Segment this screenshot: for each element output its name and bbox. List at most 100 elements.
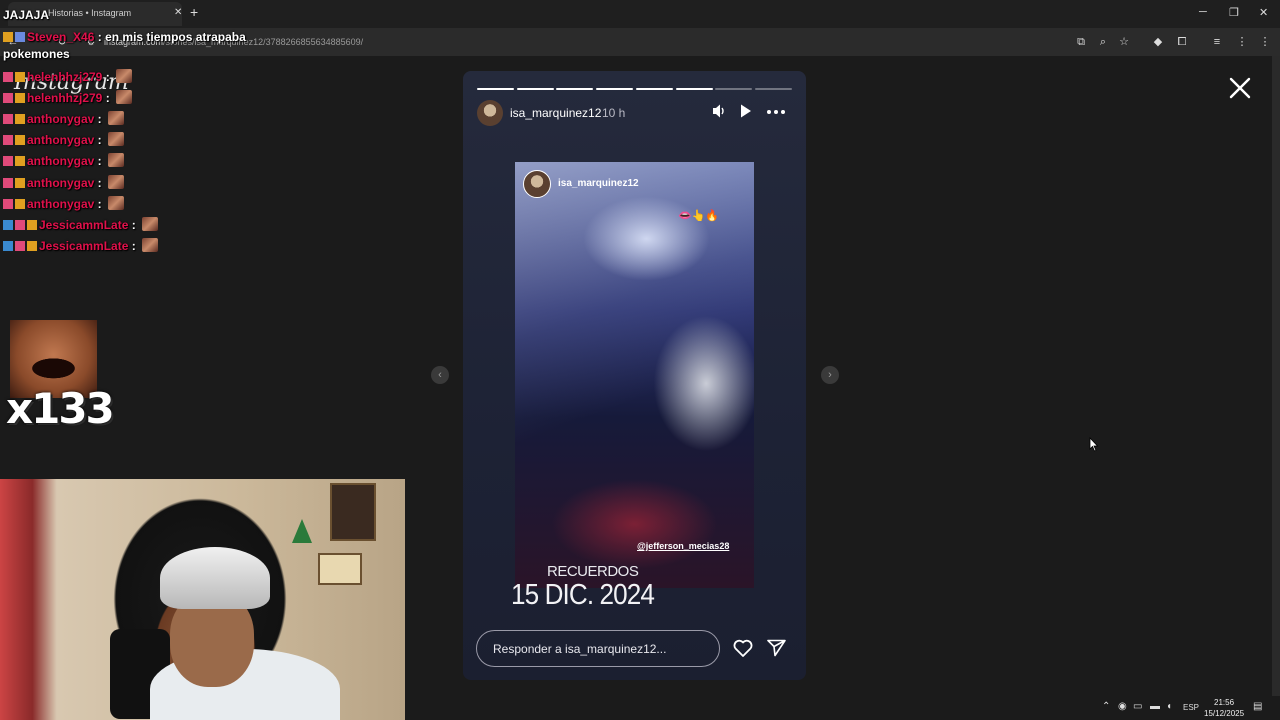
gift-badge-icon [15, 219, 25, 230]
volume-tray-icon[interactable]: ◖ [1166, 701, 1172, 712]
subscriber-badge-icon [27, 240, 37, 251]
bookmark-star-icon[interactable]: ☆ [1117, 35, 1131, 49]
chat-username: JessicammLate [39, 238, 129, 253]
chat-message-text: en mis tiempos atrapaba [105, 30, 246, 44]
subscriber-badge-icon [15, 135, 25, 146]
chat-message: JessicammLate : [3, 216, 159, 232]
gift-badge-icon [15, 240, 25, 251]
network-icon[interactable]: ▭ [1133, 701, 1142, 712]
story-viewer: isa_marquinez12 10 h isa_marquinez12 👄👆🔥… [463, 71, 806, 680]
chat-separator: : [94, 112, 106, 127]
gift-badge-icon [3, 177, 13, 188]
chat-separator: : [94, 133, 106, 148]
gift-badge-icon [3, 198, 13, 209]
language-indicator[interactable]: ESP [1183, 703, 1199, 712]
story-progress-segment [516, 88, 554, 90]
gift-badge-icon [3, 114, 13, 125]
browser-menu-icon[interactable]: ⋮ [1258, 35, 1272, 49]
chat-username: anthonygav [27, 133, 95, 148]
more-options-icon[interactable] [767, 110, 785, 114]
tray-chevron-icon[interactable]: ⌃ [1102, 701, 1110, 712]
recuerdos-label: RECUERDOS [547, 563, 639, 580]
prime-badge-icon [3, 219, 13, 230]
reply-box[interactable] [476, 630, 720, 667]
christmas-tree-decoration [292, 519, 312, 543]
chat-username: anthonygav [27, 175, 95, 190]
chat-username: anthonygav [27, 196, 95, 211]
chat-message: anthonygav : [3, 132, 125, 148]
chat-message-text: JAJAJA [3, 8, 50, 22]
story-time: 10 h [602, 106, 626, 120]
page-scrollbar[interactable] [1272, 56, 1280, 696]
photo-emoji: 👄👆🔥 [678, 210, 720, 222]
gift-badge-icon [3, 72, 13, 82]
next-story-button[interactable]: › [821, 366, 839, 384]
chat-message-text: pokemones [3, 47, 70, 61]
story-progress-segment [754, 88, 792, 90]
chat-message: Steven_X46 : en mis tiempos atrapaba [3, 30, 246, 44]
chat-message: JessicammLate : [3, 237, 159, 253]
wall-picture [318, 553, 362, 585]
minimize-icon[interactable]: ─ [1199, 6, 1207, 18]
chat-message: anthonygav : [3, 111, 125, 127]
media-control-icon[interactable]: ≡ [1210, 35, 1224, 49]
subscriber-badge-icon [27, 219, 37, 230]
chat-separator: : [102, 91, 114, 106]
clock-time: 21:56 [1214, 698, 1235, 707]
battery-icon[interactable]: ▬ [1150, 701, 1160, 712]
chat-separator: : [94, 175, 106, 190]
tray-app-icon[interactable]: ◉ [1118, 701, 1127, 712]
chat-separator: : [102, 70, 114, 84]
story-progress-segment [675, 88, 713, 90]
like-heart-icon[interactable] [733, 639, 753, 657]
volume-icon[interactable] [712, 103, 726, 119]
chat-separator: : [128, 238, 140, 253]
profile-icon[interactable]: ⋮ [1235, 35, 1249, 49]
chat-message: helenhhzj279 : [3, 90, 133, 106]
chat-emote-image [142, 237, 159, 252]
memory-date: 15 DIC. 2024 [511, 579, 655, 611]
install-app-icon[interactable]: ⧉ [1074, 35, 1088, 49]
chat-username: Steven_X46 [27, 30, 95, 44]
play-icon[interactable] [740, 103, 752, 119]
system-tray: ⌃ ◉ ▭ ▬ ◖ ESP 21:56 15/12/2025 ▤ [1090, 696, 1280, 720]
restore-icon[interactable]: ❐ [1229, 6, 1239, 19]
prime-badge-icon [3, 240, 13, 251]
story-progress-segment [556, 88, 594, 90]
subscriber-badge-icon [15, 114, 25, 125]
chat-username: anthonygav [27, 154, 95, 169]
story-photo[interactable]: isa_marquinez12 👄👆🔥 @jefferson_mecias28 [515, 162, 754, 588]
share-send-icon[interactable] [767, 639, 786, 657]
extension-icon[interactable]: ◆ [1151, 35, 1165, 49]
subscriber-badge-icon [15, 198, 25, 209]
photo-avatar [523, 170, 551, 198]
story-progress-segment [477, 88, 514, 90]
story-avatar[interactable] [477, 100, 503, 126]
close-stories-icon[interactable] [1228, 76, 1252, 100]
chat-emote-image [108, 195, 125, 210]
chat-message: anthonygav : [3, 174, 125, 190]
clock-date: 15/12/2025 [1204, 709, 1245, 718]
photo-mention-tag[interactable]: @jefferson_mecias28 [637, 541, 729, 551]
mouse-cursor-icon [1089, 437, 1099, 452]
chat-username: helenhhzj279 [27, 91, 103, 106]
concert-photo [515, 162, 754, 588]
zoom-icon[interactable]: ⌕ [1096, 35, 1110, 49]
puzzle-extensions-icon[interactable]: ⧠ [1175, 35, 1189, 49]
chat-emote-image [108, 153, 125, 168]
reply-input[interactable] [493, 631, 713, 666]
story-progress-segment [715, 88, 753, 90]
previous-story-button[interactable]: ‹ [431, 366, 449, 384]
window-close-icon[interactable]: ✕ [1259, 6, 1268, 19]
subscriber-badge-icon [3, 32, 13, 42]
chat-separator: : [128, 217, 140, 232]
taskbar-clock[interactable]: 21:56 15/12/2025 [1204, 697, 1244, 719]
chat-separator: : [94, 154, 106, 169]
subscriber-badge-icon [15, 93, 25, 104]
chat-emote-image [142, 216, 159, 231]
story-progress-segment [596, 88, 634, 90]
story-progress-segment [635, 88, 673, 90]
chat-emote-image [108, 111, 125, 126]
story-username[interactable]: isa_marquinez12 [510, 106, 601, 120]
notifications-icon[interactable]: ▤ [1253, 701, 1262, 712]
